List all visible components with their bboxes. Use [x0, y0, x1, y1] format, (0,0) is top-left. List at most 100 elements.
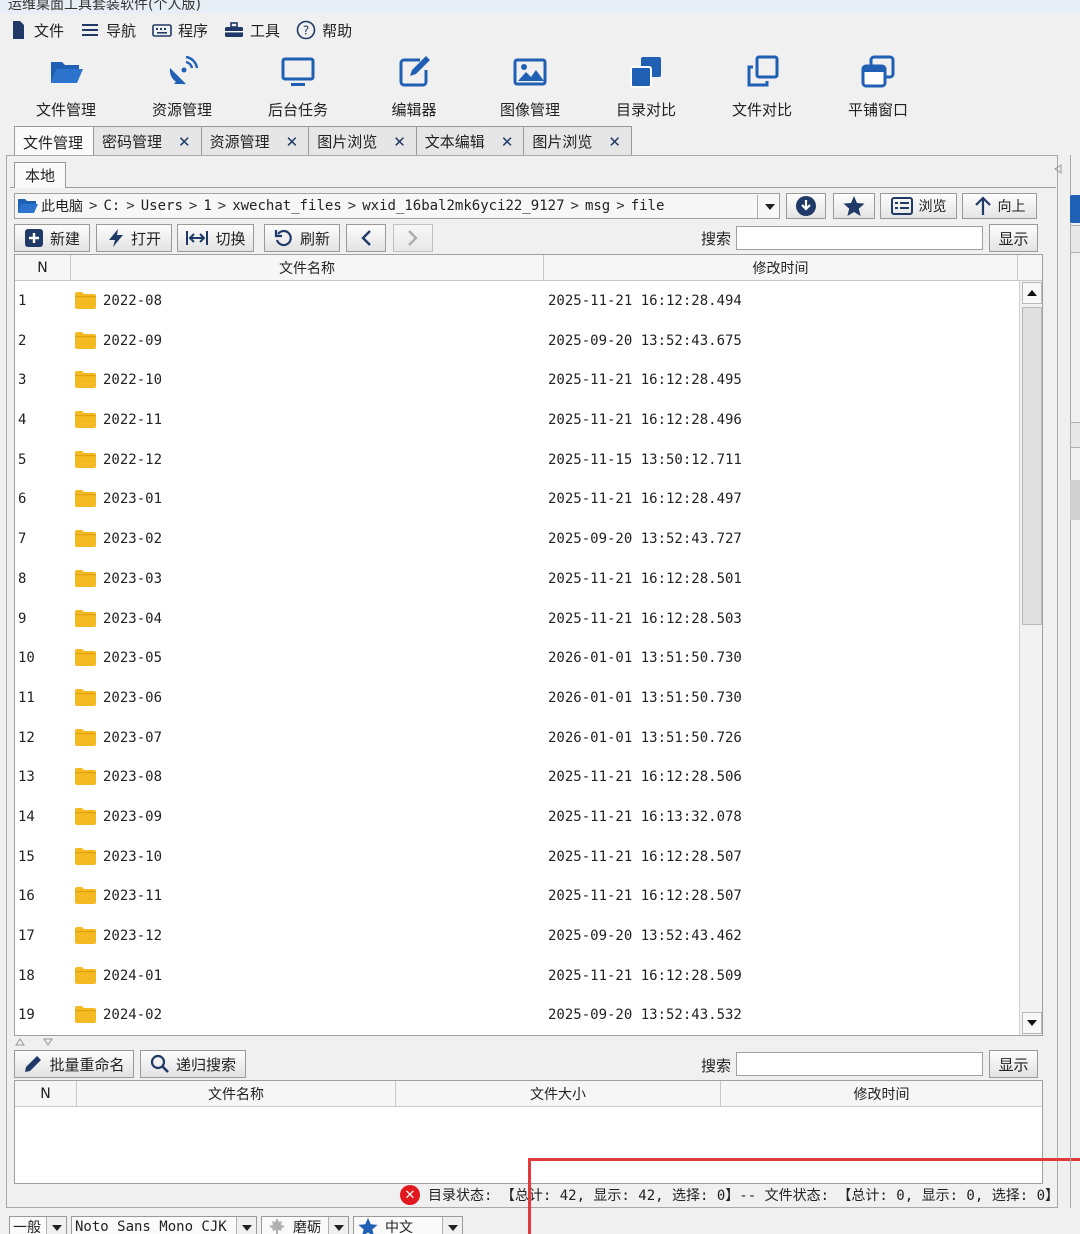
breadcrumb-segment[interactable]: wxid_16bal2mk6yci22_9127	[362, 198, 564, 214]
table-row[interactable]: 16 2023-11 2025-11-21 16:12:28.507	[15, 876, 1019, 916]
tab-image-browser-2[interactable]: 图片浏览 ✕	[523, 126, 632, 156]
new-button[interactable]: 新建	[14, 224, 90, 252]
breadcrumb-segment[interactable]: Users	[141, 198, 183, 214]
column-header-n[interactable]: N	[15, 1081, 77, 1107]
menu-help[interactable]: ? 帮助	[296, 20, 352, 41]
column-header-time[interactable]: 修改时间	[544, 255, 1018, 281]
mode-select[interactable]: 一般	[9, 1216, 67, 1234]
column-header-name[interactable]: 文件名称	[77, 1081, 396, 1107]
tool-editor[interactable]: 编辑器	[356, 54, 472, 120]
up-button[interactable]: 向上	[962, 193, 1037, 219]
breadcrumb[interactable]: 此电脑 > C: > Users > 1 > xwechat_files > wxid_1…	[14, 193, 780, 219]
table-row[interactable]: 1 2022-08 2025-11-21 16:12:28.494	[15, 281, 1019, 321]
table-row[interactable]: 2 2022-09 2025-09-20 13:52:43.675	[15, 321, 1019, 361]
table-row[interactable]: 6 2023-01 2025-11-21 16:12:28.497	[15, 479, 1019, 519]
breadcrumb-segment[interactable]: 1	[203, 198, 211, 214]
tab-password-manager[interactable]: 密码管理 ✕	[93, 126, 202, 156]
table-row[interactable]: 11 2023-06 2026-01-01 13:51:50.730	[15, 678, 1019, 718]
refresh-button[interactable]: 刷新	[264, 224, 340, 252]
path-dropdown-button[interactable]	[757, 195, 779, 218]
close-icon[interactable]: ✕	[178, 133, 191, 151]
breadcrumb-segment[interactable]: file	[631, 198, 665, 214]
batch-rename-button[interactable]: 批量重命名	[14, 1050, 134, 1078]
tool-directory-compare[interactable]: 目录对比	[588, 54, 704, 120]
modified-time: 2025-09-20 13:52:43.727	[548, 531, 742, 548]
tool-label: 文件对比	[731, 101, 792, 119]
scroll-down-button[interactable]	[1022, 1012, 1042, 1034]
table-row[interactable]: 17 2023-12 2025-09-20 13:52:43.462	[15, 916, 1019, 956]
forward-button[interactable]	[393, 224, 433, 252]
breadcrumb-segment[interactable]: xwechat_files	[232, 198, 342, 214]
modified-time: 2025-11-21 16:12:28.496	[548, 412, 742, 429]
table-row[interactable]: 14 2023-09 2025-11-21 16:13:32.078	[15, 797, 1019, 837]
column-header-n[interactable]: N	[15, 255, 71, 281]
scrollbar-thumb[interactable]	[1022, 307, 1042, 625]
table-row[interactable]: 13 2023-08 2025-11-21 16:12:28.506	[15, 757, 1019, 797]
collapse-arrow-icon[interactable]	[1052, 163, 1064, 175]
search-input[interactable]	[736, 226, 983, 250]
scroll-up-button[interactable]	[1022, 282, 1042, 304]
chevron-down-icon	[328, 1217, 348, 1234]
folder-name: 2023-05	[103, 650, 163, 667]
recursive-search-button[interactable]: 递归搜索	[140, 1050, 246, 1078]
subtab-local[interactable]: 本地	[14, 162, 67, 188]
modified-time: 2025-11-21 16:12:28.497	[548, 491, 742, 508]
column-header-size[interactable]: 文件大小	[396, 1081, 721, 1107]
browse-button[interactable]: 浏览	[880, 193, 957, 219]
download-button[interactable]	[786, 193, 826, 219]
tab-file-manager[interactable]: 文件管理	[14, 126, 95, 157]
table-row[interactable]: 9 2023-04 2025-11-21 16:12:28.503	[15, 599, 1019, 639]
favorite-button[interactable]	[833, 193, 875, 219]
table-row[interactable]: 8 2023-03 2025-11-21 16:12:28.501	[15, 559, 1019, 599]
table-row[interactable]: 18 2024-01 2025-11-21 16:12:28.509	[15, 956, 1019, 996]
chevron-down-icon	[46, 1217, 66, 1234]
table-row[interactable]: 7 2023-02 2025-09-20 13:52:43.727	[15, 519, 1019, 559]
menu-file[interactable]: 文件	[8, 20, 64, 41]
tool-file-compare[interactable]: 文件对比	[704, 54, 820, 120]
tool-file-manager[interactable]: 文件管理	[8, 54, 124, 120]
table-row[interactable]: 15 2023-10 2025-11-21 16:12:28.507	[15, 837, 1019, 877]
close-icon[interactable]: ✕	[608, 133, 621, 151]
tab-image-browser[interactable]: 图片浏览 ✕	[308, 126, 417, 156]
tool-image-manager[interactable]: 图像管理	[472, 54, 588, 120]
table-row[interactable]: 19 2024-02 2025-09-20 13:52:43.532	[15, 995, 1019, 1035]
show-button[interactable]: 显示	[989, 224, 1038, 252]
breadcrumb-segment[interactable]: C:	[103, 198, 120, 214]
image-icon	[513, 58, 547, 86]
table-row[interactable]: 4 2022-11 2025-11-21 16:12:28.496	[15, 400, 1019, 440]
tool-label: 后台任务	[267, 101, 328, 119]
tool-tile-windows[interactable]: 平铺窗口	[820, 54, 936, 120]
tab-resource-manager[interactable]: 资源管理 ✕	[200, 126, 310, 156]
back-button[interactable]	[346, 224, 386, 252]
font-select[interactable]: Noto Sans Mono CJK SC	[71, 1216, 257, 1234]
bottom-bar: 一般 Noto Sans Mono CJK SC 磨砺 中文	[0, 1214, 1080, 1234]
split-pane-handle[interactable]	[14, 1037, 58, 1050]
menu-navigate[interactable]: 导航	[80, 20, 136, 41]
tool-resource-manager[interactable]: 资源管理	[124, 54, 240, 120]
column-header-name[interactable]: 文件名称	[71, 255, 544, 281]
language-value: 中文	[385, 1220, 413, 1234]
language-select[interactable]: 中文	[353, 1216, 463, 1234]
vertical-scrollbar[interactable]	[1019, 281, 1042, 1035]
breadcrumb-segment[interactable]: 此电脑	[41, 196, 83, 216]
table-row[interactable]: 5 2022-12 2025-11-15 13:50:12.711	[15, 440, 1019, 480]
menu-tools[interactable]: 工具	[224, 20, 280, 41]
file-search-input[interactable]	[736, 1052, 983, 1076]
close-icon[interactable]: ✕	[393, 133, 406, 151]
table-row[interactable]: 3 2022-10 2025-11-21 16:12:28.495	[15, 360, 1019, 400]
close-icon[interactable]: ✕	[501, 133, 514, 151]
tool-background-tasks[interactable]: 后台任务	[240, 54, 356, 120]
tab-text-editor[interactable]: 文本编辑 ✕	[415, 126, 525, 156]
switch-button[interactable]: 切换	[177, 224, 254, 252]
open-button[interactable]: 打开	[96, 224, 172, 252]
table-row[interactable]: 10 2023-05 2026-01-01 13:51:50.730	[15, 638, 1019, 678]
column-header-time[interactable]: 修改时间	[721, 1081, 1042, 1107]
menu-program[interactable]: 程序	[152, 20, 208, 41]
breadcrumb-separator: >	[217, 198, 227, 214]
theme-select[interactable]: 磨砺	[261, 1216, 349, 1234]
folder-name: 2022-11	[103, 412, 163, 429]
close-icon[interactable]: ✕	[286, 133, 299, 151]
file-show-button[interactable]: 显示	[989, 1050, 1038, 1078]
table-row[interactable]: 12 2023-07 2026-01-01 13:51:50.726	[15, 718, 1019, 758]
breadcrumb-segment[interactable]: msg	[585, 198, 610, 214]
